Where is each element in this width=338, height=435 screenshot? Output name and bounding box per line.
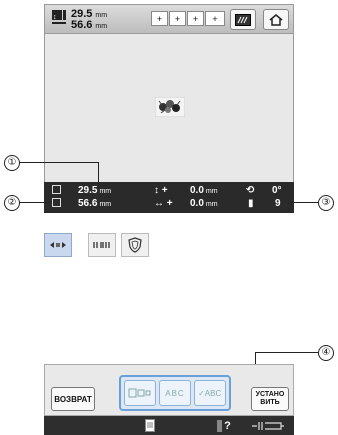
home-icon bbox=[269, 13, 283, 26]
shield-icon bbox=[128, 237, 142, 253]
info-vertical-offset: 0.0 mm bbox=[190, 185, 218, 196]
document-icon bbox=[145, 419, 155, 432]
pattern-width: 56.6 mm bbox=[71, 19, 108, 31]
stitch-mode-button[interactable] bbox=[88, 233, 116, 257]
callout-1: ① bbox=[4, 155, 20, 171]
info-height: 29.5 mm bbox=[78, 185, 112, 196]
hoop-large-button[interactable]: + bbox=[187, 11, 204, 26]
callout-3: ③ bbox=[318, 195, 334, 211]
hoop-small-button[interactable]: + bbox=[151, 11, 168, 26]
hoop-medium-button[interactable]: + bbox=[169, 11, 186, 26]
home-button[interactable] bbox=[263, 9, 289, 30]
presser-foot-icon bbox=[252, 421, 284, 430]
info-color-count: 9 bbox=[275, 198, 281, 209]
presser-foot-button[interactable] bbox=[248, 418, 288, 433]
move-mode-button[interactable] bbox=[44, 233, 72, 257]
embroidery-canvas[interactable] bbox=[44, 34, 294, 182]
svg-text:↕: ↕ bbox=[53, 14, 57, 21]
embroidery-pattern[interactable] bbox=[155, 97, 185, 117]
boxes-icon bbox=[128, 388, 151, 398]
arc-text-icon: ABC bbox=[165, 388, 185, 398]
callout-2: ② bbox=[4, 195, 20, 211]
fabric-icon bbox=[235, 13, 251, 26]
option-arc-text-button[interactable]: ABC bbox=[158, 380, 191, 406]
hoop-size-selector[interactable]: + + + + bbox=[151, 11, 226, 27]
info-rotation: 0° bbox=[272, 185, 282, 196]
thread-spool-icon: ▮ bbox=[248, 198, 254, 209]
option-check-text-button[interactable]: ✓ABC bbox=[193, 380, 226, 406]
move-icon bbox=[50, 242, 66, 248]
document-button[interactable] bbox=[140, 418, 160, 433]
callout-4: ④ bbox=[318, 345, 334, 361]
help-button[interactable]: ? bbox=[212, 418, 234, 433]
placement-options: ABC ✓ABC bbox=[119, 375, 231, 411]
size-icon: ↕ bbox=[52, 10, 66, 24]
set-button[interactable]: УСТАНО ВИТЬ bbox=[251, 387, 289, 411]
top-toolbar: ↕ 29.5 mm 56.6 mm + + + + bbox=[44, 4, 294, 34]
rotate-icon: ⟲ bbox=[246, 185, 255, 196]
fabric-display-button[interactable] bbox=[230, 9, 256, 30]
help-icon: ? bbox=[224, 419, 231, 432]
machine-icon bbox=[217, 419, 223, 432]
hoop-xlarge-button[interactable]: + bbox=[205, 11, 225, 26]
return-button[interactable]: ВОЗВРАТ bbox=[51, 387, 95, 411]
info-width: 56.6 mm bbox=[78, 198, 112, 209]
width-icon bbox=[52, 198, 61, 207]
horizontal-offset-icon: ↔ + bbox=[154, 198, 173, 209]
vertical-offset-icon: ↕ + bbox=[154, 185, 168, 196]
stitch-icon bbox=[93, 242, 110, 248]
bottom-panel: ВОЗВРАТ ABC ✓ABC УСТАНО ВИТЬ bbox=[44, 364, 294, 416]
info-horizontal-offset: 0.0 mm bbox=[190, 198, 218, 209]
shield-mode-button[interactable] bbox=[121, 233, 149, 257]
height-icon bbox=[52, 185, 61, 194]
footer-bar: ? bbox=[44, 416, 294, 435]
check-text-icon: ✓ABC bbox=[198, 388, 222, 398]
pattern-info-bar: 29.5 mm ↕ + 0.0 mm ⟲ 0° 56.6 mm ↔ + 0.0 mm ▮… bbox=[44, 182, 294, 213]
option-boxes-button[interactable] bbox=[124, 380, 157, 406]
